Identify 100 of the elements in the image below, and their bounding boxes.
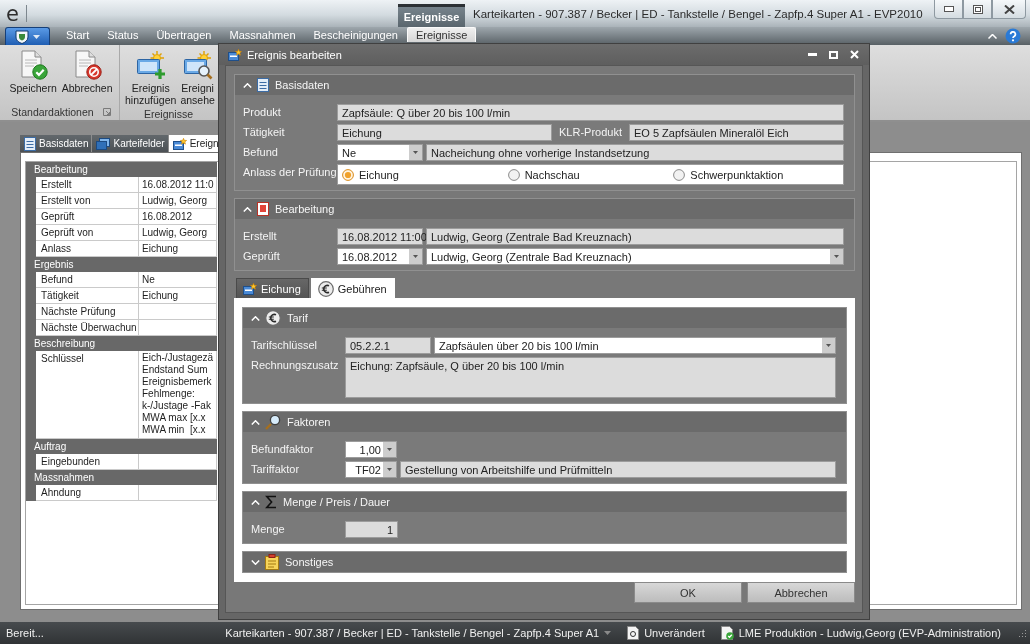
- tab[interactable]: Gebühren: [310, 278, 395, 298]
- property-value: Ludwig, Georg: [139, 225, 217, 241]
- field-label: Befundfaktor: [251, 442, 315, 457]
- tab[interactable]: Karteifelder: [92, 135, 168, 152]
- dropdown-field[interactable]: Ne: [337, 144, 423, 161]
- minimize-button[interactable]: [934, 0, 963, 19]
- restore-button[interactable]: [963, 0, 992, 19]
- monitor-magnifier-icon: [182, 50, 213, 80]
- ribbon-tab[interactable]: Bescheinigungen: [304, 27, 407, 42]
- field-label: Tariffaktor: [251, 462, 301, 477]
- document-check-icon: [18, 50, 49, 80]
- chevron-up-icon[interactable]: [251, 315, 260, 321]
- help-icon[interactable]: [1005, 28, 1021, 44]
- chevron-up-icon[interactable]: [988, 33, 997, 39]
- property-label: Schlüssel: [36, 351, 139, 439]
- ribbon-group-label: Ereignisse: [144, 107, 193, 120]
- radio-option[interactable]: Eichung: [342, 168, 399, 181]
- ribbon-tab[interactable]: Übertragen: [147, 27, 221, 42]
- chevron-up-icon[interactable]: [251, 419, 260, 425]
- status-message: Bereit...: [6, 627, 44, 639]
- dropdown-field[interactable]: Ludwig, Georg (Zentrale Bad Kreuznach): [426, 248, 844, 265]
- tab[interactable]: Basisdaten: [20, 135, 92, 152]
- chevron-down-icon[interactable]: [251, 559, 260, 565]
- window-title: Karteikarten - 907.387 / Becker | ED - Tankstelle / Bengel - Zapfp.4 Super A1 - EVP2010: [472, 6, 923, 22]
- group-title: Tarif: [287, 312, 308, 324]
- group-title: Menge / Preis / Dauer: [283, 496, 390, 508]
- property-label: Ahndung: [36, 485, 139, 501]
- dropdown-field[interactable]: 16.08.2012: [337, 248, 423, 265]
- property-value: 16.08.2012 11:0: [139, 177, 217, 193]
- shield-icon: [15, 29, 29, 44]
- radio-icon[interactable]: [507, 168, 520, 181]
- property-label: Nächste Überwachun: [36, 320, 139, 336]
- app-logo: e: [6, 2, 19, 25]
- readonly-text-area[interactable]: Eichung: Zapfsäule, Q über 20 bis 100 l/min: [345, 357, 836, 398]
- field-label: KLR-Produkt: [558, 125, 623, 140]
- notepad-icon: [265, 554, 279, 570]
- ribbon-button[interactable]: Speichern: [8, 49, 58, 95]
- property-value: Eich-/Justagezä Endstand Sum Ereignisbemerk Fehlmenge: k-/Justage -Fak MWA max [x.x MWA min [x.x: [139, 351, 217, 439]
- property-value: 16.08.2012: [139, 209, 217, 225]
- property-label: Geprüft: [36, 209, 139, 225]
- group-title: Bearbeitung: [275, 203, 335, 215]
- field-label: Befund: [243, 145, 279, 160]
- ribbon-group-label: Standardaktionen: [11, 105, 94, 118]
- form-icon: [257, 78, 269, 92]
- document-prohibited-icon: [72, 50, 103, 80]
- minimize-icon: [943, 6, 954, 12]
- readonly-field[interactable]: Eichung: [337, 124, 552, 141]
- property-value: Ne: [139, 272, 217, 288]
- ribbon-button[interactable]: Abbrechen: [60, 49, 114, 95]
- caret-down-icon: [604, 631, 612, 635]
- property-value: Eichung: [139, 288, 217, 304]
- radio-option[interactable]: Schwerpunktaktion: [673, 168, 784, 181]
- maximize-icon[interactable]: [829, 50, 838, 59]
- resize-grip-icon[interactable]: [1017, 628, 1027, 638]
- dialog-button[interactable]: OK: [634, 582, 742, 603]
- property-label: Befund: [36, 272, 139, 288]
- property-label: Erstellt von: [36, 193, 139, 209]
- property-value: Ludwig, Georg: [139, 193, 217, 209]
- context-tab-header: Ereignisse: [398, 4, 465, 27]
- close-button[interactable]: [992, 0, 1026, 19]
- ribbon-tab[interactable]: Start: [57, 27, 99, 42]
- readonly-field[interactable]: Zapfsäule: Q über 20 bis 100 l/min: [337, 104, 844, 121]
- form-icon: [24, 136, 36, 151]
- field-label: Geprüft: [243, 249, 281, 264]
- ribbon-tab[interactable]: Ereignisse: [406, 27, 477, 42]
- dropdown-field[interactable]: TF02: [345, 461, 397, 478]
- field-label: Erstellt: [243, 229, 278, 244]
- ribbon-tab[interactable]: Status: [98, 27, 148, 42]
- radio-option[interactable]: Nachschau: [507, 168, 580, 181]
- tab[interactable]: Eichung: [236, 278, 309, 298]
- app-menu-button[interactable]: [5, 27, 50, 45]
- chevron-up-icon[interactable]: [251, 499, 260, 505]
- readonly-field[interactable]: Gestellung von Arbeitshilfe und Prüfmitteln: [400, 461, 836, 478]
- ribbon-tab[interactable]: Massnahmen: [220, 27, 305, 42]
- chevron-up-icon[interactable]: [243, 206, 252, 212]
- dialog-launcher-icon[interactable]: [102, 107, 111, 116]
- readonly-field[interactable]: Nacheichung ohne vorherige Instandsetzung: [426, 144, 844, 161]
- magnifier-icon: [265, 414, 281, 430]
- category-header: Beschreibung: [33, 337, 97, 351]
- session-info: LME Produktion - Ludwig,Georg (EVP-Administration): [738, 627, 1001, 639]
- radio-icon[interactable]: [673, 168, 686, 181]
- field-label: Rechnungszusatz: [251, 358, 340, 373]
- group-title: Faktoren: [287, 416, 331, 428]
- dialog-title: Ereignis bearbeiten: [247, 48, 342, 61]
- chevron-up-icon[interactable]: [243, 82, 252, 88]
- readonly-field[interactable]: 1: [345, 521, 398, 538]
- category-header: Auftrag: [33, 440, 68, 454]
- readonly-field[interactable]: EO 5 Zapfsäulen Mineralöl Eich: [629, 124, 844, 141]
- ribbon-button[interactable]: Ereigni ansehe: [179, 49, 216, 107]
- dropdown-field[interactable]: Zapfsäulen über 20 bis 100 l/min: [434, 337, 836, 354]
- radio-icon[interactable]: [342, 168, 354, 181]
- property-label: Geprüft von: [36, 225, 139, 241]
- status-context: Karteikarten - 907.387 / Becker | ED - Tankstelle / Bengel - Zapfp.4 Super A1: [225, 627, 600, 639]
- dropdown-field[interactable]: 1,00: [345, 441, 397, 458]
- close-icon[interactable]: [850, 50, 859, 59]
- readonly-field[interactable]: 05.2.2.1: [345, 337, 431, 354]
- ribbon-button[interactable]: Ereignis hinzufügen: [124, 49, 178, 107]
- readonly-field[interactable]: Ludwig, Georg (Zentrale Bad Kreuznach): [426, 228, 844, 245]
- dialog-button[interactable]: Abbrechen: [747, 582, 855, 603]
- caret-down-icon: [33, 34, 40, 39]
